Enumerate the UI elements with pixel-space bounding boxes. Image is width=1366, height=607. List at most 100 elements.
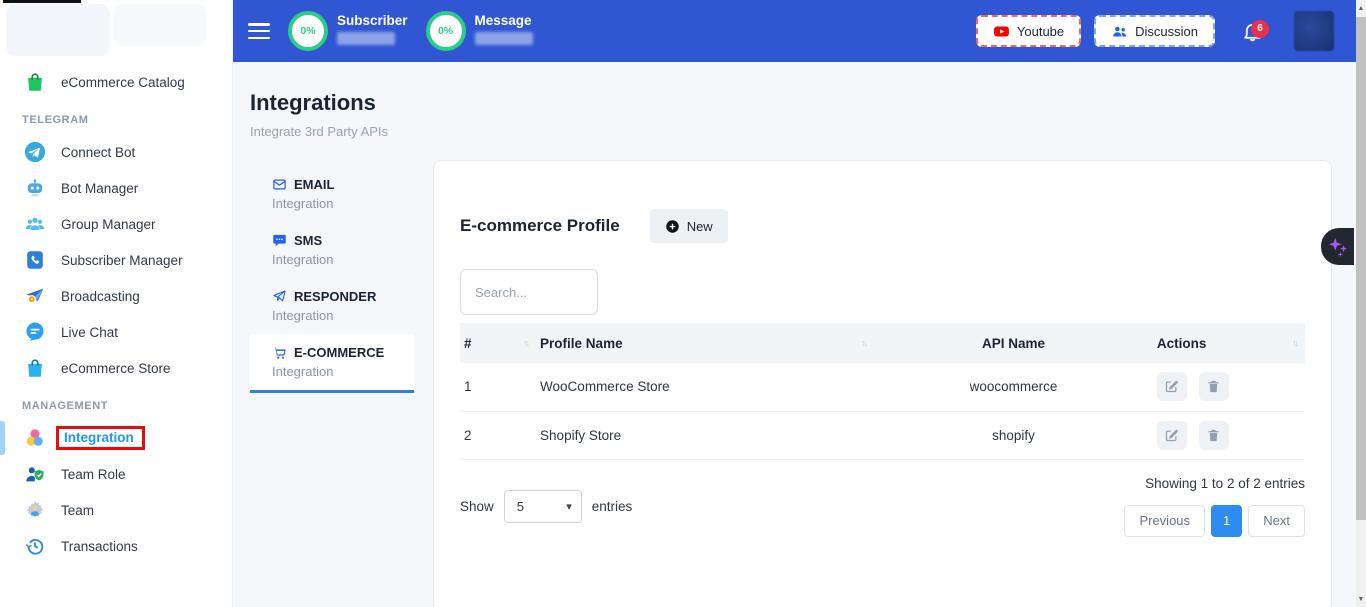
- scrollbar-thumb[interactable]: [1356, 17, 1366, 520]
- sidebar-item-label: Transactions: [61, 539, 138, 554]
- sidebar-item-ecommerce-catalog[interactable]: eCommerce Catalog: [0, 64, 232, 100]
- page-subtitle: Integrate 3rd Party APIs: [250, 124, 388, 139]
- history-clock-icon: [24, 535, 46, 557]
- subnav-title: EMAIL: [294, 177, 334, 192]
- app-window: eCommerce Catalog TELEGRAM Connect Bot B…: [0, 0, 1366, 607]
- new-profile-button[interactable]: New: [650, 209, 728, 243]
- trash-icon: [1206, 428, 1221, 443]
- page-size-select[interactable]: 5 ▾: [504, 490, 582, 523]
- discussion-button[interactable]: Discussion: [1094, 15, 1215, 47]
- ecommerce-profile-card: E-commerce Profile New #↑↓: [433, 160, 1332, 607]
- column-header-actions[interactable]: Actions↑↓: [1153, 323, 1305, 363]
- sidebar-item-ecommerce-store[interactable]: eCommerce Store: [0, 350, 232, 386]
- show-label: Show: [460, 499, 494, 514]
- delete-button[interactable]: [1199, 421, 1229, 450]
- previous-page-button[interactable]: Previous: [1124, 505, 1205, 537]
- page-1-button[interactable]: 1: [1211, 505, 1242, 537]
- scroll-up-arrow-icon[interactable]: ▲: [1356, 0, 1366, 16]
- sidebar-item-live-chat[interactable]: Live Chat: [0, 314, 232, 350]
- entries-label: entries: [592, 499, 633, 514]
- api-name-cell: shopify: [874, 411, 1153, 459]
- sidebar-item-label: Subscriber Manager: [61, 253, 183, 268]
- column-header-index[interactable]: #↑↓: [460, 323, 536, 363]
- cart-icon: [272, 345, 287, 360]
- subnav-item-email[interactable]: EMAIL Integration: [250, 166, 414, 222]
- new-button-label: New: [687, 219, 713, 234]
- menu-toggle-icon[interactable]: [248, 23, 270, 39]
- group-people-icon: [24, 213, 46, 235]
- sidebar-item-transactions[interactable]: Transactions: [0, 528, 232, 564]
- subnav-item-sms[interactable]: SMS Integration: [250, 222, 414, 278]
- shopping-bag-green-icon: [24, 71, 46, 93]
- subnav-item-responder[interactable]: RESPONDER Integration: [250, 278, 414, 334]
- delete-button[interactable]: [1199, 372, 1229, 401]
- ai-assistant-button[interactable]: [1321, 228, 1354, 265]
- message-progress-ring: 0%: [426, 11, 466, 51]
- sidebar-item-subscriber-manager[interactable]: Subscriber Manager: [0, 242, 232, 278]
- scroll-down-arrow-icon[interactable]: ▼: [1356, 591, 1366, 607]
- page-title: Integrations: [250, 90, 376, 116]
- next-page-button[interactable]: Next: [1248, 505, 1305, 537]
- search-input[interactable]: [460, 269, 598, 315]
- main-content: Integrations Integrate 3rd Party APIs EM…: [233, 62, 1356, 607]
- message-stat-label: Message: [475, 13, 533, 28]
- sidebar-item-integration[interactable]: Integration: [0, 420, 232, 456]
- chat-bubble-icon: [24, 321, 46, 343]
- notifications-button[interactable]: 6: [1241, 20, 1264, 43]
- sidebar-item-connect-bot[interactable]: Connect Bot: [0, 134, 232, 170]
- robot-icon: [24, 177, 46, 199]
- logo-blurred-secondary: [114, 4, 206, 46]
- sidebar-item-team[interactable]: Team: [0, 492, 232, 528]
- plus-circle-icon: [665, 219, 680, 234]
- subnav-item-ecommerce[interactable]: E-COMMERCE Integration: [250, 334, 414, 393]
- page-size-value: 5: [517, 499, 524, 514]
- sort-icon: ↑↓: [1292, 338, 1301, 348]
- subnav-title: SMS: [294, 233, 322, 248]
- subscriber-stat-label: Subscriber: [337, 13, 408, 28]
- shopping-bag-blue-icon: [24, 357, 46, 379]
- table-row: 1 WooCommerce Store woocommerce: [460, 363, 1305, 411]
- integration-circles-icon: [24, 427, 46, 449]
- sidebar-item-label: eCommerce Catalog: [61, 75, 185, 90]
- user-avatar[interactable]: [1294, 11, 1334, 51]
- sidebar-item-label: eCommerce Store: [61, 361, 171, 376]
- subnav-subtitle: Integration: [272, 308, 414, 323]
- sidebar-item-group-manager[interactable]: Group Manager: [0, 206, 232, 242]
- pagination: Previous 1 Next: [1124, 505, 1305, 537]
- vertical-scrollbar[interactable]: ▲ ▼: [1356, 0, 1366, 607]
- sidebar-item-label: Broadcasting: [61, 289, 140, 304]
- subnav-subtitle: Integration: [272, 252, 414, 267]
- notification-count-badge: 6: [1251, 20, 1269, 38]
- users-icon: [1111, 23, 1128, 40]
- sidebar-item-bot-manager[interactable]: Bot Manager: [0, 170, 232, 206]
- message-value-blurred: [475, 32, 533, 45]
- logo-redacted-bar: [3, 0, 81, 3]
- edit-icon: [1164, 379, 1179, 394]
- sidebar-section-telegram: TELEGRAM: [0, 100, 232, 134]
- profile-name-cell: Shopify Store: [536, 411, 874, 459]
- sidebar-item-label: Team Role: [61, 467, 126, 482]
- panel-title: E-commerce Profile: [460, 216, 620, 236]
- actions-cell: [1153, 411, 1305, 459]
- subscriber-progress-ring: 0%: [288, 11, 328, 51]
- youtube-button[interactable]: Youtube: [976, 15, 1081, 47]
- sidebar-item-label: Connect Bot: [61, 145, 135, 160]
- email-icon: [272, 177, 287, 192]
- sidebar-item-team-role[interactable]: Team Role: [0, 456, 232, 492]
- subnav-title: E-COMMERCE: [294, 345, 384, 360]
- broadcast-plane-icon: [24, 285, 46, 307]
- row-index: 1: [460, 363, 536, 411]
- youtube-button-label: Youtube: [1017, 24, 1064, 39]
- active-indicator: [0, 421, 5, 455]
- edit-button[interactable]: [1157, 421, 1187, 450]
- actions-cell: [1153, 363, 1305, 411]
- telegram-plane-icon: [24, 141, 46, 163]
- annotation-highlight-box: Integration: [56, 426, 145, 450]
- subnav-subtitle: Integration: [272, 364, 414, 379]
- column-header-profile-name[interactable]: Profile Name↑↓: [536, 323, 874, 363]
- send-plane-icon: [272, 289, 287, 304]
- sidebar-item-broadcasting[interactable]: Broadcasting: [0, 278, 232, 314]
- edit-button[interactable]: [1157, 372, 1187, 401]
- person-shield-icon: [24, 463, 46, 485]
- column-header-api-name[interactable]: API Name: [874, 323, 1153, 363]
